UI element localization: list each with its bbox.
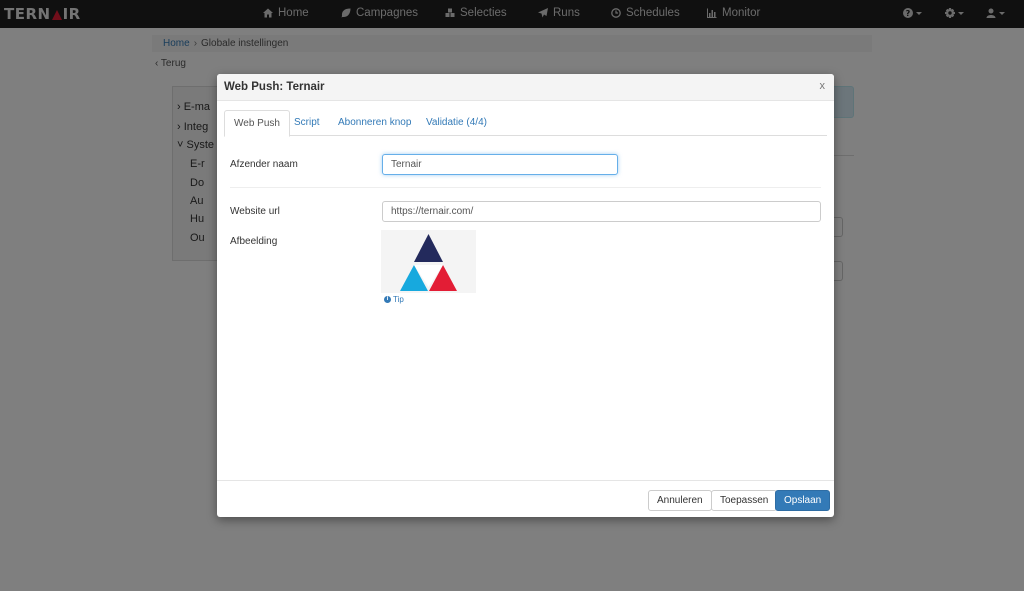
image-preview[interactable]	[381, 230, 476, 293]
sender-name-input[interactable]	[382, 154, 618, 175]
tab-web-push[interactable]: Web Push	[224, 110, 290, 137]
tip-link[interactable]: i Tip	[384, 295, 404, 304]
website-url-input[interactable]	[382, 201, 821, 222]
save-button[interactable]: Opslaan	[775, 490, 831, 511]
apply-button[interactable]: Toepassen	[711, 490, 778, 511]
tab-script[interactable]: Script	[285, 110, 329, 136]
modal-tabs: Web Push Script Abonneren knop Validatie…	[224, 110, 827, 137]
sender-name-label: Afzender naam	[230, 159, 298, 170]
tab-abonneren-knop[interactable]: Abonneren knop	[329, 110, 420, 136]
info-icon: i	[384, 296, 391, 303]
form-divider	[230, 187, 821, 188]
website-url-label: Website url	[230, 206, 280, 217]
cancel-button[interactable]: Annuleren	[648, 490, 712, 511]
modal-header: Web Push: Ternair x	[217, 74, 834, 101]
close-button[interactable]: x	[820, 80, 826, 92]
ternair-logo-image	[400, 234, 457, 291]
web-push-modal: Web Push: Ternair x Web Push Script Abon…	[217, 74, 834, 517]
modal-title: Web Push: Ternair	[224, 81, 325, 93]
tab-validatie[interactable]: Validatie (4/4)	[417, 110, 496, 136]
modal-footer: Annuleren Toepassen Opslaan	[217, 480, 834, 517]
image-label: Afbeelding	[230, 236, 278, 247]
